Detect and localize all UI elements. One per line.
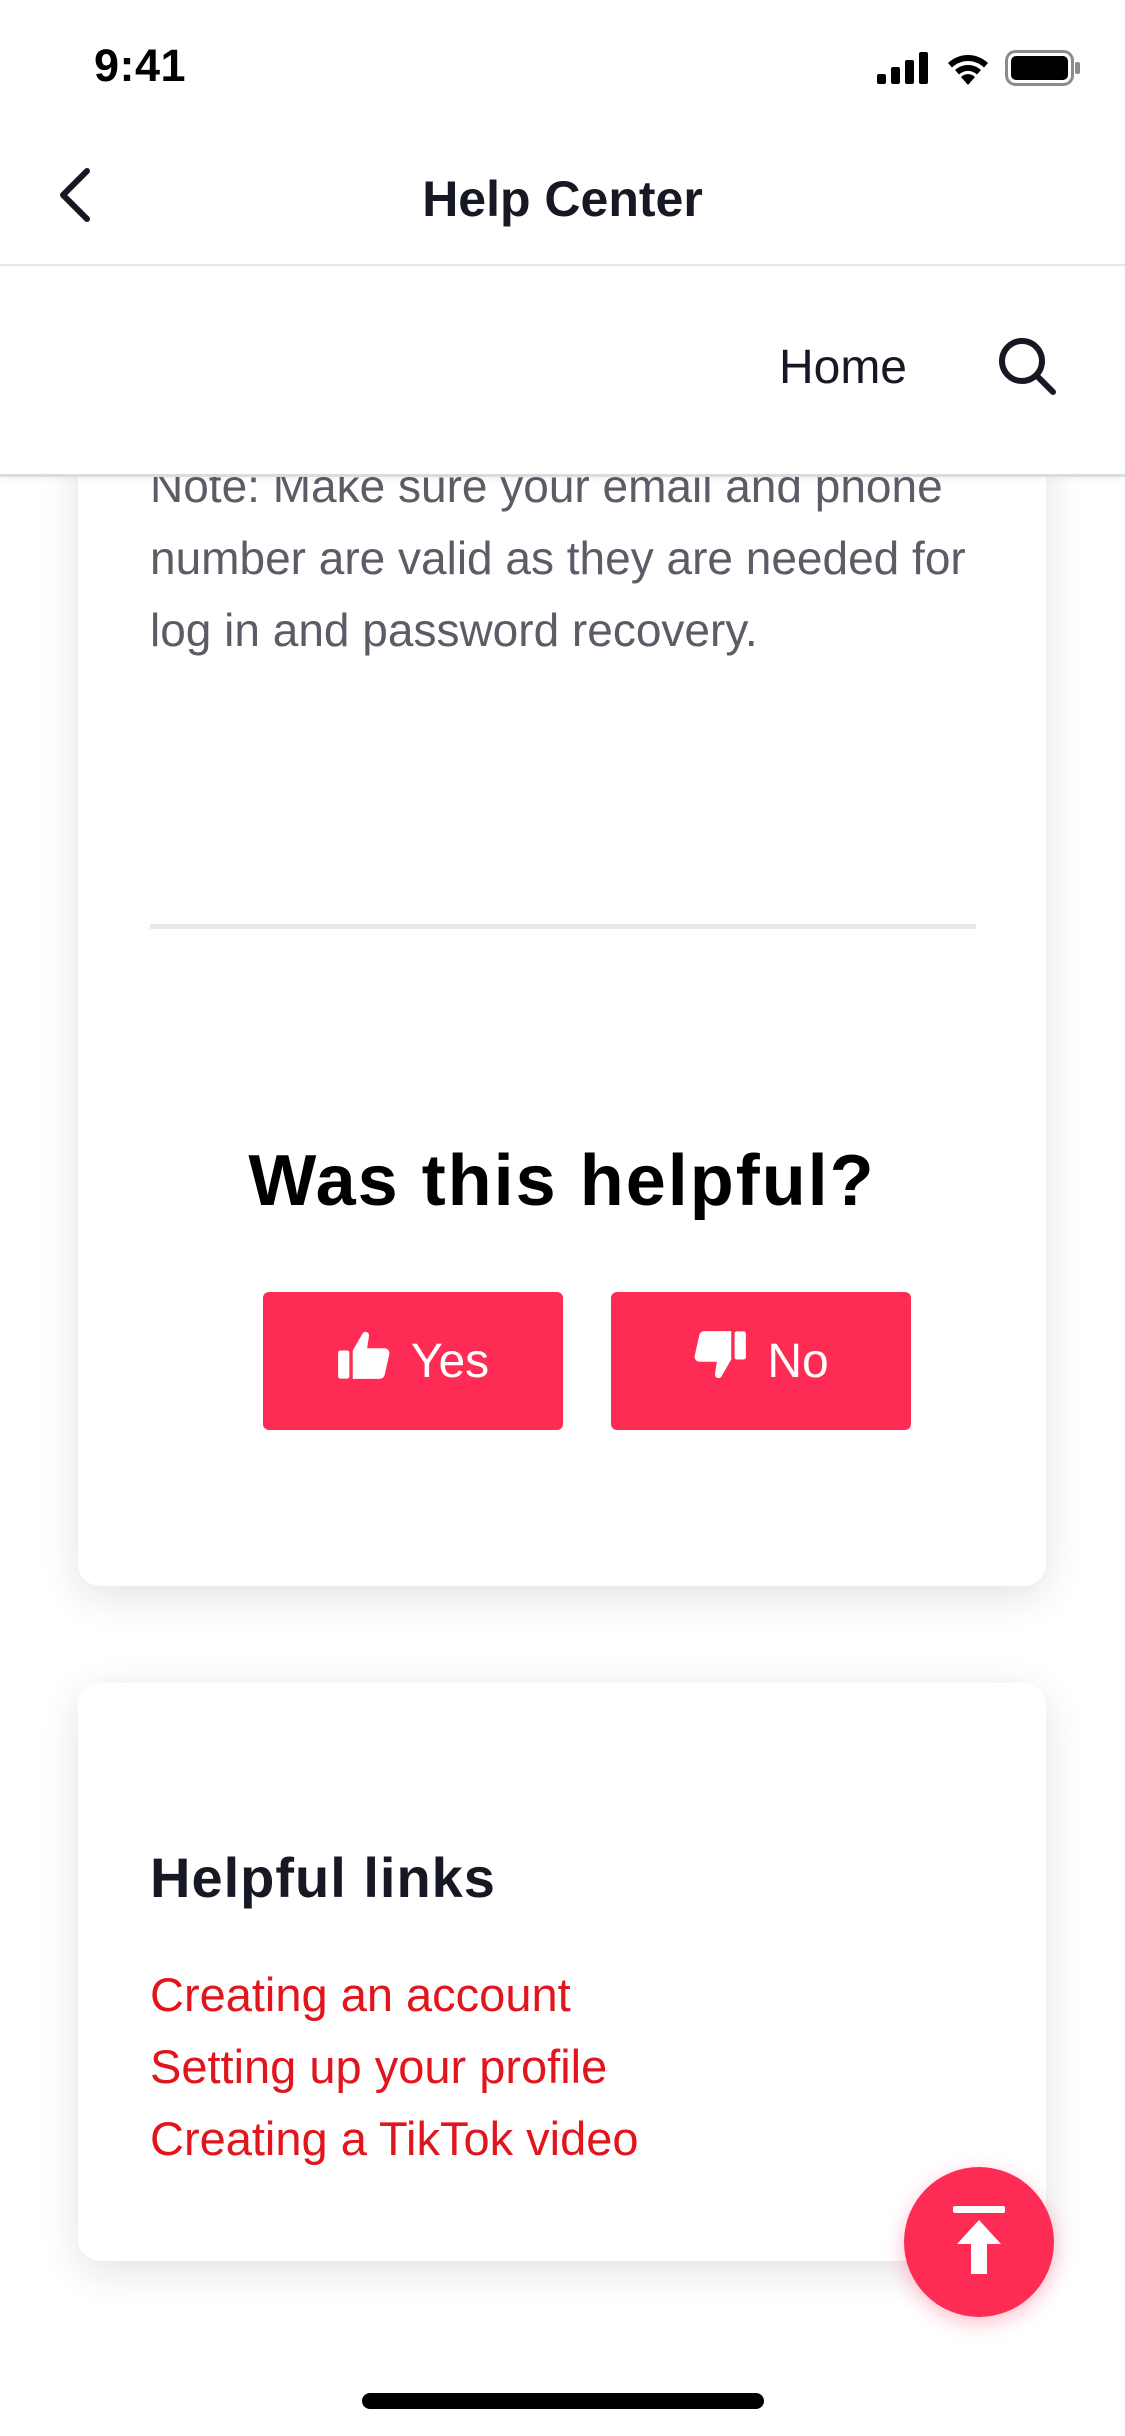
nav-bar: Help Center xyxy=(0,132,1125,266)
wifi-icon xyxy=(945,51,991,90)
article-note-text: Note: Make sure your email and phone num… xyxy=(150,460,966,656)
feedback-question: Was this helpful? xyxy=(248,1141,876,1221)
thumbs-down-icon xyxy=(693,1330,747,1392)
yes-label: Yes xyxy=(410,1334,490,1388)
home-link[interactable]: Home xyxy=(779,340,907,395)
no-button[interactable]: No xyxy=(611,1292,911,1430)
status-icons xyxy=(877,50,1081,91)
back-to-top-button[interactable] xyxy=(904,2167,1054,2317)
helpful-link-creating-account[interactable]: Creating an account xyxy=(150,1959,639,2031)
article-card: Note: Make sure your email and phone num… xyxy=(78,380,1046,1586)
home-indicator xyxy=(362,2393,764,2409)
helpful-links-title: Helpful links xyxy=(150,1846,496,1909)
status-bar: 9:41 xyxy=(0,0,1125,132)
helpful-link-setting-up-profile[interactable]: Setting up your profile xyxy=(150,2031,639,2103)
search-button[interactable] xyxy=(995,334,1059,398)
cellular-signal-icon xyxy=(877,52,931,89)
status-time: 9:41 xyxy=(94,40,187,91)
page-title: Help Center xyxy=(422,171,703,227)
thumbs-up-icon xyxy=(337,1330,391,1392)
helpful-links-card: Helpful links Creating an account Settin… xyxy=(78,1683,1046,2261)
divider xyxy=(150,924,976,929)
helpful-links-list: Creating an account Setting up your prof… xyxy=(150,1959,639,2175)
helpful-link-creating-video[interactable]: Creating a TikTok video xyxy=(150,2103,639,2175)
sub-header: Home xyxy=(0,266,1125,477)
yes-button[interactable]: Yes xyxy=(263,1292,563,1430)
search-icon xyxy=(995,338,1059,402)
no-label: No xyxy=(767,1334,829,1388)
battery-icon xyxy=(1005,50,1081,91)
arrow-up-to-line-icon xyxy=(947,2202,1011,2283)
